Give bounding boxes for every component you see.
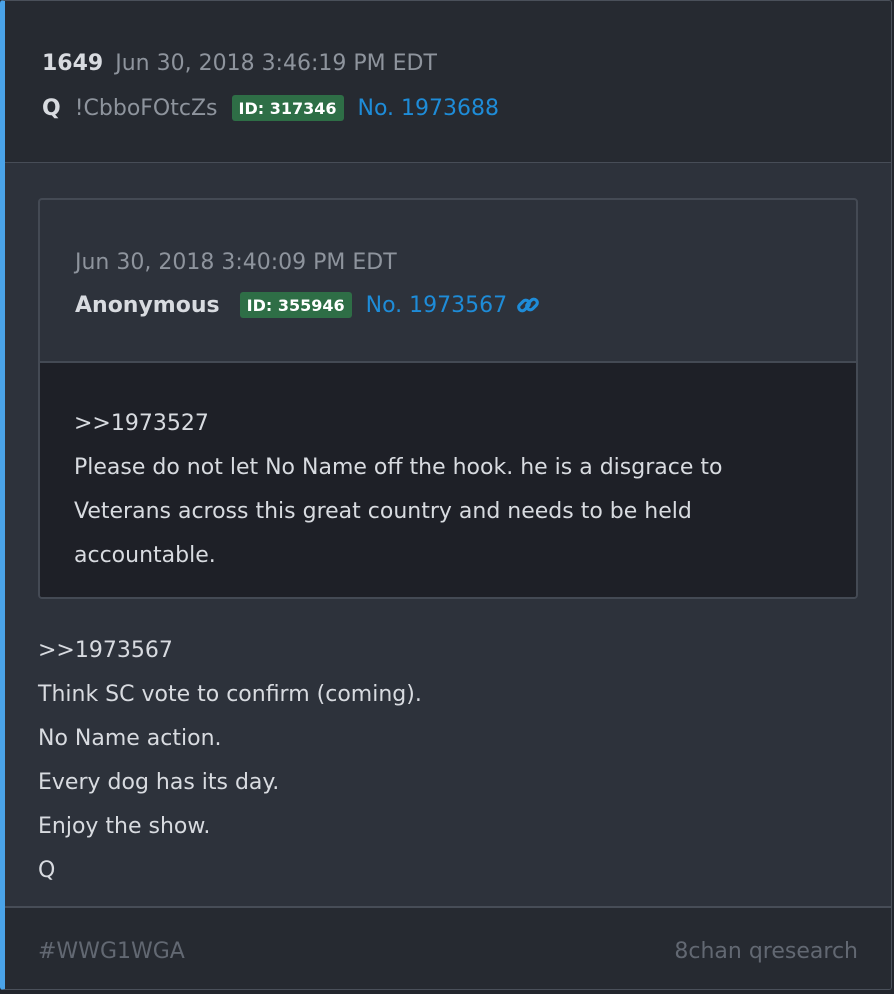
hashtag: #WWG1WGA: [38, 939, 185, 964]
id-badge: ID: 317346: [231, 95, 344, 121]
quoted-timestamp: Jun 30, 2018 3:40:09 PM EDT: [75, 249, 397, 275]
post-footer: #WWG1WGA 8chan qresearch: [5, 906, 891, 989]
post-card: 1649 Jun 30, 2018 3:46:19 PM EDT Q !Cbbo…: [0, 0, 892, 990]
post-body-line: Enjoy the show.: [38, 814, 211, 839]
author-tripcode: !CbboFOtcZs: [74, 95, 218, 121]
quoted-reply-ref[interactable]: >>1973527: [74, 402, 822, 446]
post-number-link[interactable]: No. 1973688: [358, 96, 500, 121]
quoted-body-line: Veterans across this great country and n…: [74, 499, 692, 524]
quoted-id-badge: ID: 355946: [239, 292, 352, 318]
post-body: >>1973567 Think SC vote to confirm (comi…: [38, 629, 858, 893]
post-body-line: Think SC vote to confirm (coming).: [38, 682, 422, 707]
quoted-author-row: Anonymous ID: 355946 No. 1973567: [75, 289, 541, 321]
post-meta-row: 1649 Jun 30, 2018 3:46:19 PM EDT: [42, 47, 437, 79]
quoted-post: Jun 30, 2018 3:40:09 PM EDT Anonymous ID…: [38, 198, 858, 599]
post-number: 1649: [42, 50, 104, 76]
quoted-author-name: Anonymous: [75, 292, 220, 318]
quoted-body-line: accountable.: [74, 543, 216, 568]
quoted-meta-row: Jun 30, 2018 3:40:09 PM EDT: [75, 246, 397, 278]
post-signature: Q: [38, 858, 56, 883]
post-body-line: Every dog has its day.: [38, 770, 280, 795]
quoted-body-line: Please do not let No Name off the hook. …: [74, 455, 723, 480]
post-timestamp: Jun 30, 2018 3:46:19 PM EDT: [115, 50, 437, 76]
author-name: Q: [42, 95, 61, 121]
quoted-post-body: >>1973527 Please do not let No Name off …: [40, 363, 856, 597]
quoted-post-header: Jun 30, 2018 3:40:09 PM EDT Anonymous ID…: [40, 200, 856, 363]
quoted-post-link[interactable]: No. 1973567: [366, 293, 508, 318]
source-label: 8chan qresearch: [674, 939, 858, 964]
link-icon[interactable]: [515, 292, 541, 318]
post-body-line: No Name action.: [38, 726, 222, 751]
post-author-row: Q !CbboFOtcZs ID: 317346 No. 1973688: [42, 92, 499, 124]
post-header: 1649 Jun 30, 2018 3:46:19 PM EDT Q !Cbbo…: [5, 1, 891, 163]
reply-ref[interactable]: >>1973567: [38, 629, 858, 673]
